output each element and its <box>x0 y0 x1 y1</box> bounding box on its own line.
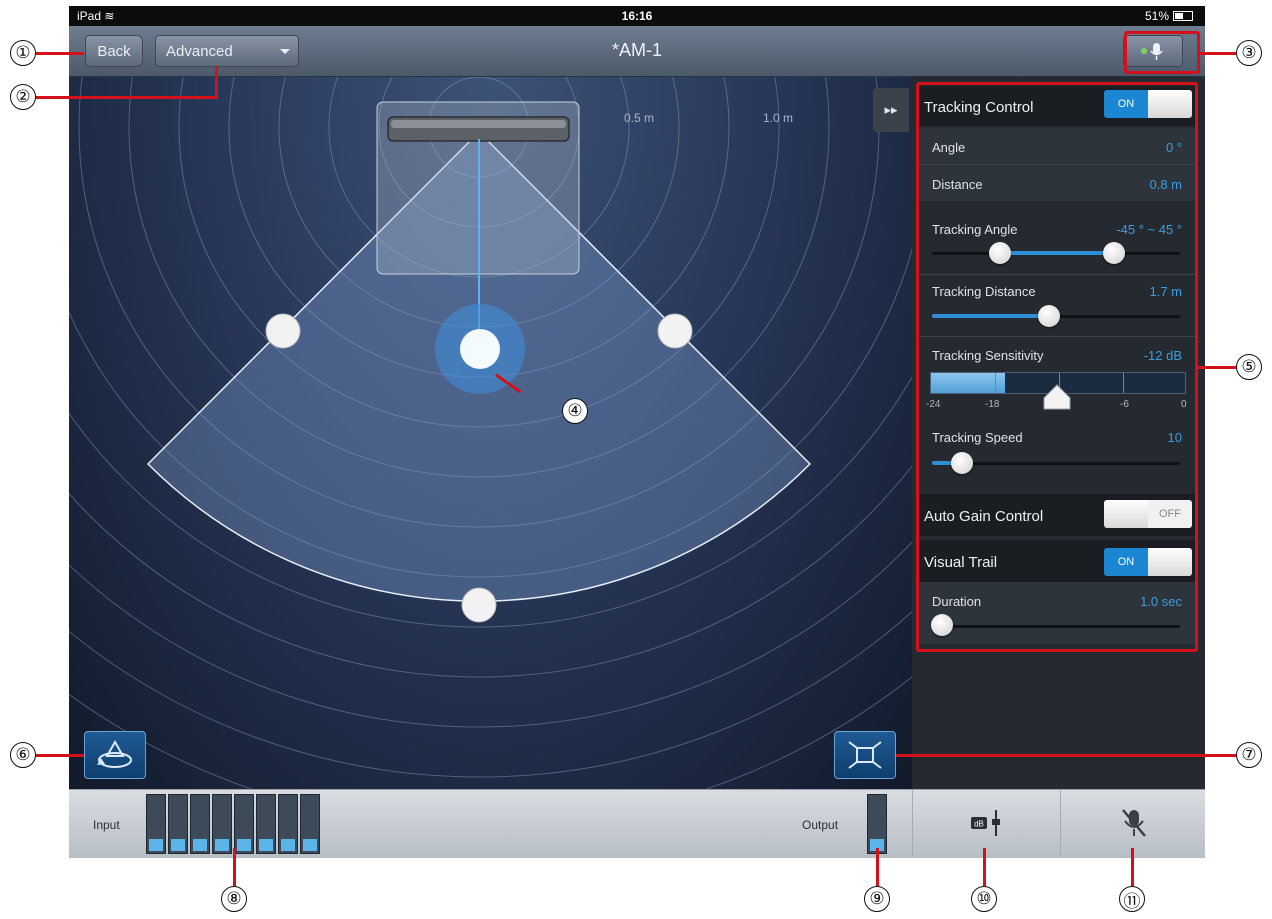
input-meter-2 <box>168 794 188 854</box>
callout-2: ② <box>10 84 36 110</box>
callout-8: ⑧ <box>221 886 247 912</box>
fast-forward-icon[interactable]: ▸▸ <box>873 88 909 132</box>
callout-1: ① <box>10 40 36 66</box>
callout-3: ③ <box>1236 40 1262 66</box>
input-meter-4 <box>212 794 232 854</box>
callout-box <box>916 82 1198 652</box>
output-label: Output <box>802 818 839 832</box>
distance-label-far: 1.0 m <box>763 111 794 125</box>
battery-status: 51% <box>1145 9 1193 23</box>
input-meter-8 <box>300 794 320 854</box>
status-bar: iPad ≋ 16:16 51% <box>69 6 1205 26</box>
callout-line <box>1131 848 1134 886</box>
callout-4: ④ <box>562 398 588 424</box>
fit-view-icon <box>848 741 882 769</box>
rotate-view-icon <box>97 739 132 768</box>
nav-bar: Back Advanced *AM-1 <box>69 26 1205 77</box>
battery-icon <box>1173 11 1193 21</box>
callout-line <box>1198 366 1238 369</box>
input-meter-3 <box>190 794 210 854</box>
callout-6: ⑥ <box>10 742 36 768</box>
callout-5: ⑤ <box>1236 354 1262 380</box>
callout-line <box>233 848 236 886</box>
callout-line <box>876 848 879 886</box>
fit-view-button[interactable] <box>834 731 896 779</box>
db-fader-button[interactable]: dB <box>912 790 1061 856</box>
tracking-field <box>69 77 912 789</box>
distance-label-near: 0.5 m <box>624 111 655 125</box>
db-fader-icon: dB <box>971 810 1000 836</box>
zone-handle-bottom[interactable] <box>461 587 497 623</box>
callout-line <box>215 66 218 99</box>
callout-line <box>1200 52 1238 55</box>
input-meter-5 <box>234 794 254 854</box>
page-title: *AM-1 <box>611 40 662 60</box>
input-meter-1 <box>146 794 166 854</box>
zone-handle-right[interactable] <box>657 313 693 349</box>
callout-line <box>896 754 1238 757</box>
callout-line <box>36 52 84 55</box>
mic-mute-button[interactable] <box>1060 790 1206 856</box>
callout-11: ⑪ <box>1119 886 1145 912</box>
clock: 16:16 <box>621 9 653 23</box>
mic-mute-icon <box>1121 809 1146 837</box>
callout-10: ⑩ <box>971 886 997 912</box>
callout-box <box>1124 31 1200 74</box>
zone-handle-left[interactable] <box>265 313 301 349</box>
callout-9: ⑨ <box>864 886 890 912</box>
callout-line <box>36 96 218 99</box>
callout-line <box>36 754 84 757</box>
callout-7: ⑦ <box>1236 742 1262 768</box>
input-label: Input <box>93 818 120 832</box>
callout-line <box>983 848 986 886</box>
input-meter-7 <box>278 794 298 854</box>
rotate-view-button[interactable] <box>84 731 146 779</box>
svg-text:dB: dB <box>974 820 984 829</box>
output-meter <box>867 794 887 854</box>
input-meter-6 <box>256 794 276 854</box>
tracking-stage[interactable]: 0.5 m 1.0 m <box>69 77 912 789</box>
